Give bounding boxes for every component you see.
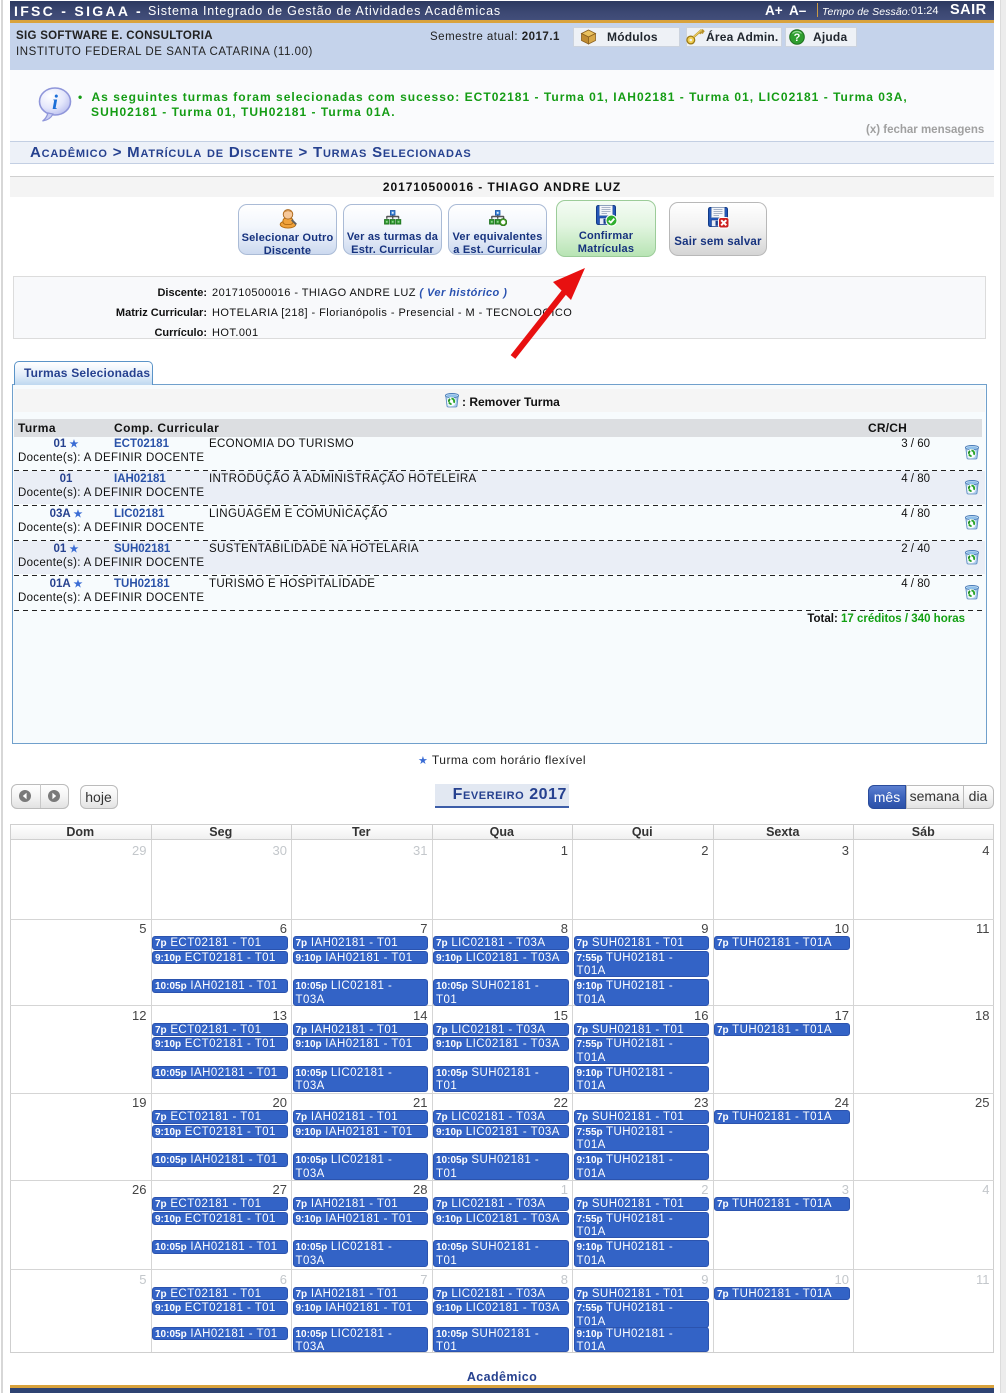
svg-text:?: ? [794,32,801,44]
svg-text:i: i [52,90,58,114]
